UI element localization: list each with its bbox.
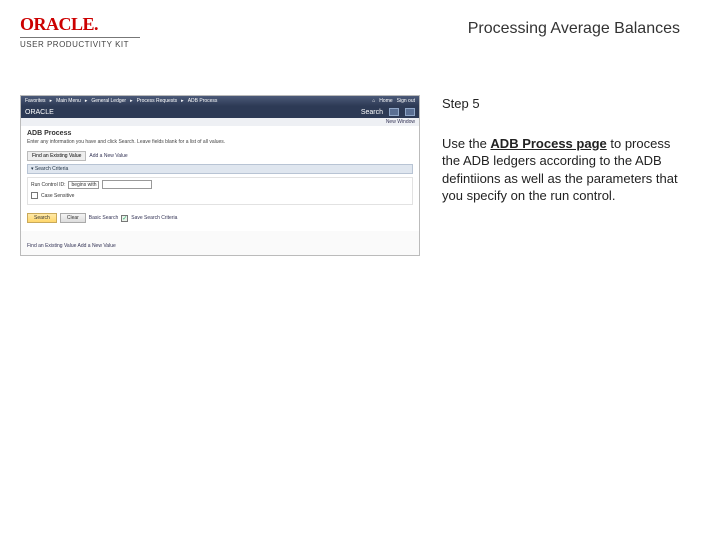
ss-brand-bar: ORACLE Search xyxy=(21,106,419,118)
ss-home-label: Home xyxy=(379,98,392,104)
screenshot-column: Favorites▸ Main Menu▸ General Ledger▸ Pr… xyxy=(20,95,420,256)
case-checkbox xyxy=(31,192,38,199)
tab-find: Find an Existing Value xyxy=(27,151,86,161)
page-title: Processing Average Balances xyxy=(468,14,700,38)
flag-icon xyxy=(389,108,399,116)
instr-pre: Use the xyxy=(442,136,490,151)
run-control-input xyxy=(102,180,152,189)
ss-breadcrumb-bar: Favorites▸ Main Menu▸ General Ledger▸ Pr… xyxy=(21,96,419,106)
ss-signout-label: Sign out xyxy=(397,98,415,104)
ss-tabs: Find an Existing Value Add a New Value xyxy=(27,151,413,161)
instr-bold: ADB Process page xyxy=(490,136,606,151)
ss-search-label: Search xyxy=(361,109,383,116)
nav-icon xyxy=(405,108,415,116)
clear-button: Clear xyxy=(60,213,86,223)
ss-footer-links: Find an Existing Value Add a New Value xyxy=(21,231,419,255)
search-button: Search xyxy=(27,213,57,223)
oracle-logo-block: ORACLE. USER PRODUCTIVITY KIT xyxy=(20,14,140,49)
case-label: Case Sensitive xyxy=(41,193,74,199)
ss-search-criteria: ▾ Search Criteria xyxy=(27,164,413,174)
crumb-gl: General Ledger xyxy=(91,98,126,104)
upk-label: USER PRODUCTIVITY KIT xyxy=(20,40,140,49)
slide-header: ORACLE. USER PRODUCTIVITY KIT Processing… xyxy=(0,0,720,59)
step-label: Step 5 xyxy=(442,95,682,113)
save-criteria-checkbox xyxy=(121,215,128,222)
content-row: Favorites▸ Main Menu▸ General Ledger▸ Pr… xyxy=(0,59,720,256)
app-screenshot: Favorites▸ Main Menu▸ General Ledger▸ Pr… xyxy=(20,95,420,256)
ss-criteria-body: Run Control ID: begins with Case Sensiti… xyxy=(27,177,413,205)
instruction-column: Step 5 Use the ADB Process page to proce… xyxy=(442,95,682,256)
ss-page-desc: Enter any information you have and click… xyxy=(27,139,413,145)
logo-divider xyxy=(20,37,140,38)
operator-select: begins with xyxy=(68,181,99,189)
run-control-label: Run Control ID: xyxy=(31,182,65,188)
crumb-main: Main Menu xyxy=(56,98,81,104)
basic-search-link: Basic Search xyxy=(89,215,118,221)
ss-home-icon: ⌂ xyxy=(372,98,375,104)
crumb-favorites: Favorites xyxy=(25,98,46,104)
ss-button-row: Search Clear Basic Search Save Search Cr… xyxy=(27,213,413,223)
ss-body: ADB Process Enter any information you ha… xyxy=(21,126,419,231)
crumb-proc: Process Requests xyxy=(137,98,178,104)
ss-brand-label: ORACLE xyxy=(25,109,54,116)
ss-page-heading: ADB Process xyxy=(27,130,413,137)
save-criteria-link: Save Search Criteria xyxy=(131,215,177,221)
ss-new-window: New Window xyxy=(21,118,419,126)
tab-add: Add a New Value xyxy=(89,153,127,159)
oracle-logo: ORACLE. xyxy=(20,14,140,35)
crumb-adb: ADB Process xyxy=(188,98,218,104)
instruction-text: Use the ADB Process page to process the … xyxy=(442,135,682,205)
